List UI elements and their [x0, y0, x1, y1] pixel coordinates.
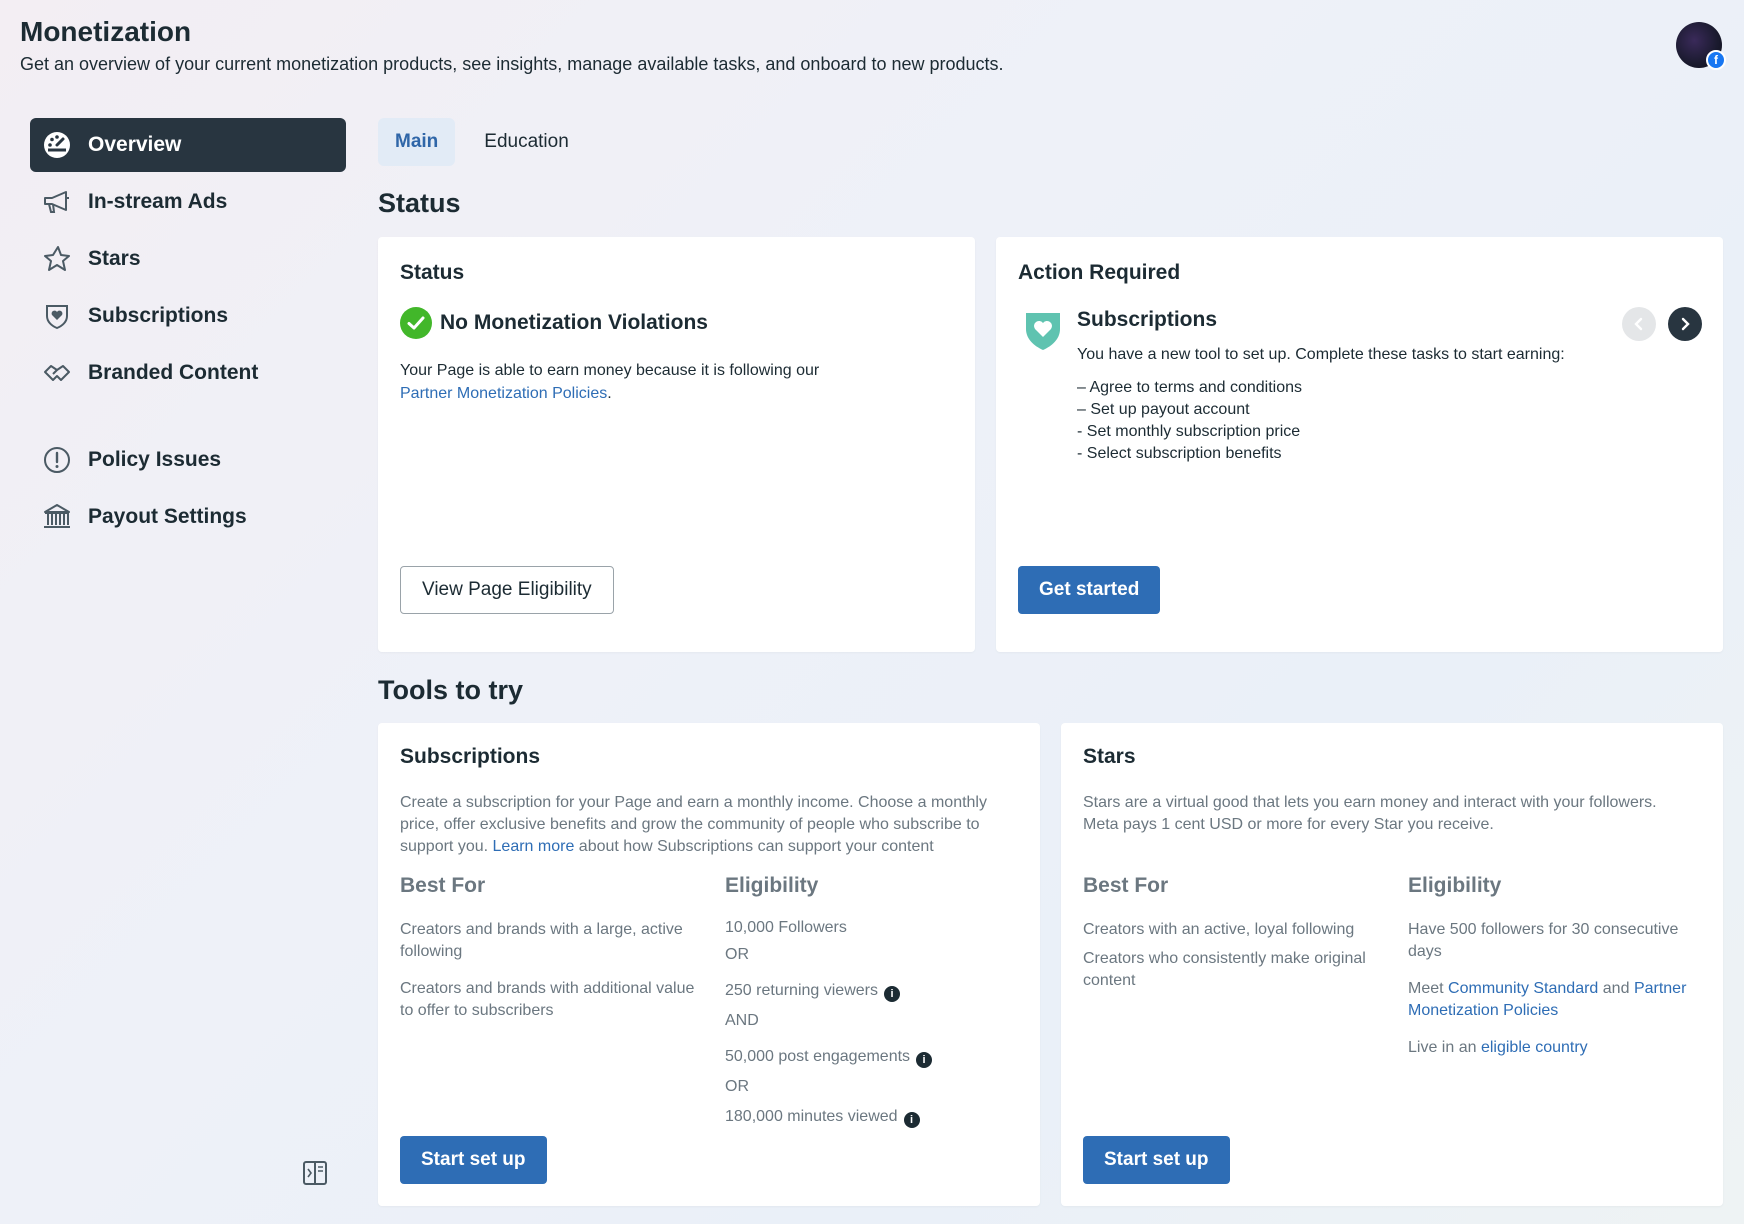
eligibility-heading: Eligibility [1408, 874, 1502, 897]
carousel-prev-button[interactable] [1622, 307, 1656, 341]
alert-circle-icon [42, 445, 72, 475]
best-for-item: Creators with an active, loyal following [1083, 921, 1355, 938]
status-headline: No Monetization Violations [440, 311, 708, 334]
check-circle-icon [400, 307, 432, 339]
best-for-item: Creators and brands with a large, active… [400, 921, 683, 960]
stars-start-setup-button[interactable]: Start set up [1083, 1136, 1230, 1184]
subscriptions-desc-text-2: about how Subscriptions can support your… [578, 838, 934, 855]
chevron-left-icon [1634, 317, 1643, 331]
eligibility-item: 180,000 minutes viewed i [725, 1108, 932, 1130]
subscriptions-desc: Create a subscription for your Page and … [400, 792, 1000, 858]
status-section-heading: Status [378, 188, 461, 218]
sidebar-item-instream-ads[interactable]: In-stream Ads [30, 175, 346, 229]
shield-heart-icon [1024, 309, 1062, 351]
shield-heart-icon [42, 301, 72, 331]
learn-more-link[interactable]: Learn more [493, 838, 575, 855]
tools-section-heading: Tools to try [378, 675, 523, 705]
sidebar-item-label: Stars [88, 247, 141, 270]
eligibility-item: 50,000 post engagements i [725, 1048, 933, 1070]
tab-education[interactable]: Education [467, 118, 586, 166]
sidebar-item-policy-issues[interactable]: Policy Issues [30, 433, 346, 487]
dashboard-icon [42, 130, 72, 160]
best-for-heading: Best For [400, 874, 486, 897]
sidebar-item-label: Payout Settings [88, 505, 247, 528]
page-header: Monetization Get an overview of your cur… [20, 14, 1004, 75]
action-item-desc: You have a new tool to set up. Complete … [1077, 346, 1565, 363]
sidebar-item-label: Subscriptions [88, 304, 229, 327]
sidebar-item-branded-content[interactable]: Branded Content [30, 346, 346, 400]
stars-card-title: Stars [1083, 745, 1136, 768]
carousel-next-button[interactable] [1668, 307, 1702, 341]
sidebar-item-payout-settings[interactable]: Payout Settings [30, 490, 346, 544]
task-item: – Agree to terms and conditions [1077, 379, 1303, 396]
sidebar-item-label: Branded Content [88, 361, 259, 384]
status-headline-row: No Monetization Violations [400, 307, 708, 339]
eligible-country-link[interactable]: eligible country [1481, 1039, 1588, 1056]
status-body-text: Your Page is able to earn money because … [400, 362, 820, 379]
action-card-title: Action Required [1018, 261, 1181, 284]
info-icon[interactable]: i [903, 1112, 920, 1128]
task-item: - Set monthly subscription price [1077, 423, 1301, 440]
community-standard-link[interactable]: Community Standard [1448, 980, 1598, 997]
chevron-right-icon [1681, 317, 1690, 331]
status-body-period: . [607, 385, 612, 402]
info-icon[interactable]: i [883, 986, 900, 1002]
eligibility-list: Have 500 followers for 30 consecutive da… [1408, 919, 1698, 1059]
facebook-badge-icon: f [1706, 50, 1726, 70]
best-for-list: Creators with an active, loyal following… [1083, 919, 1383, 992]
avatar[interactable]: f [1676, 22, 1726, 70]
bank-icon [42, 502, 72, 532]
tab-main[interactable]: Main [378, 118, 456, 166]
status-card-title: Status [400, 261, 465, 284]
page-title: Monetization [20, 16, 192, 47]
megaphone-icon [42, 187, 72, 217]
best-for-item: Creators and brands with additional valu… [400, 980, 695, 1019]
eligibility-connector: OR [725, 1078, 749, 1095]
eligibility-connector: AND [725, 1012, 759, 1029]
status-card: Status No Monetization Violations Your P… [378, 237, 975, 652]
collapse-sidebar-icon[interactable] [302, 1160, 328, 1186]
eligibility-item: Have 500 followers for 30 consecutive da… [1408, 921, 1679, 960]
star-icon [42, 244, 72, 274]
eligibility-item: 10,000 Followers [725, 919, 847, 936]
eligibility-item: 250 returning viewers i [725, 982, 932, 1004]
sidebar-item-label: Overview [88, 133, 182, 156]
subscriptions-card-title: Subscriptions [400, 745, 541, 768]
subscriptions-tool-card: Subscriptions Create a subscription for … [378, 723, 1040, 1206]
task-item: – Set up payout account [1077, 401, 1250, 418]
eligibility-heading: Eligibility [725, 874, 819, 897]
eligibility-item: Meet Community Standard and Partner Mone… [1408, 980, 1687, 1019]
action-task-list: – Agree to terms and conditions – Set up… [1077, 377, 1302, 465]
view-page-eligibility-button[interactable]: View Page Eligibility [400, 566, 614, 614]
page-subtitle: Get an overview of your current monetiza… [20, 54, 1004, 74]
best-for-item: Creators who consistently make original … [1083, 950, 1366, 989]
action-required-card: Action Required Subscriptions You have a… [996, 237, 1723, 652]
best-for-list: Creators and brands with a large, active… [400, 919, 700, 1022]
stars-desc: Stars are a virtual good that lets you e… [1083, 794, 1657, 833]
sidebar-item-label: In-stream Ads [88, 190, 228, 213]
eligibility-item: Live in an eligible country [1408, 1039, 1588, 1056]
eligibility-connector: OR [725, 946, 749, 963]
get-started-button[interactable]: Get started [1018, 566, 1161, 614]
sidebar-item-label: Policy Issues [88, 448, 222, 471]
best-for-heading: Best For [1083, 874, 1169, 897]
info-icon[interactable]: i [916, 1052, 933, 1068]
task-item: - Select subscription benefits [1077, 445, 1282, 462]
sidebar-item-overview[interactable]: Overview [30, 118, 346, 172]
tab-bar: Main Education [378, 118, 598, 166]
subscriptions-start-setup-button[interactable]: Start set up [400, 1136, 547, 1184]
sidebar-item-subscriptions[interactable]: Subscriptions [30, 289, 346, 343]
sidebar: Overview In-stream Ads Stars Subscriptio… [30, 118, 346, 547]
handshake-icon [42, 358, 72, 388]
partner-policies-link[interactable]: Partner Monetization Policies [400, 385, 607, 402]
stars-tool-card: Stars Stars are a virtual good that lets… [1061, 723, 1723, 1206]
action-item-title: Subscriptions [1077, 308, 1218, 331]
status-body: Your Page is able to earn money because … [400, 359, 940, 405]
eligibility-list: 10,000 Followers OR 250 returning viewer… [725, 919, 933, 1130]
sidebar-item-stars[interactable]: Stars [30, 232, 346, 286]
